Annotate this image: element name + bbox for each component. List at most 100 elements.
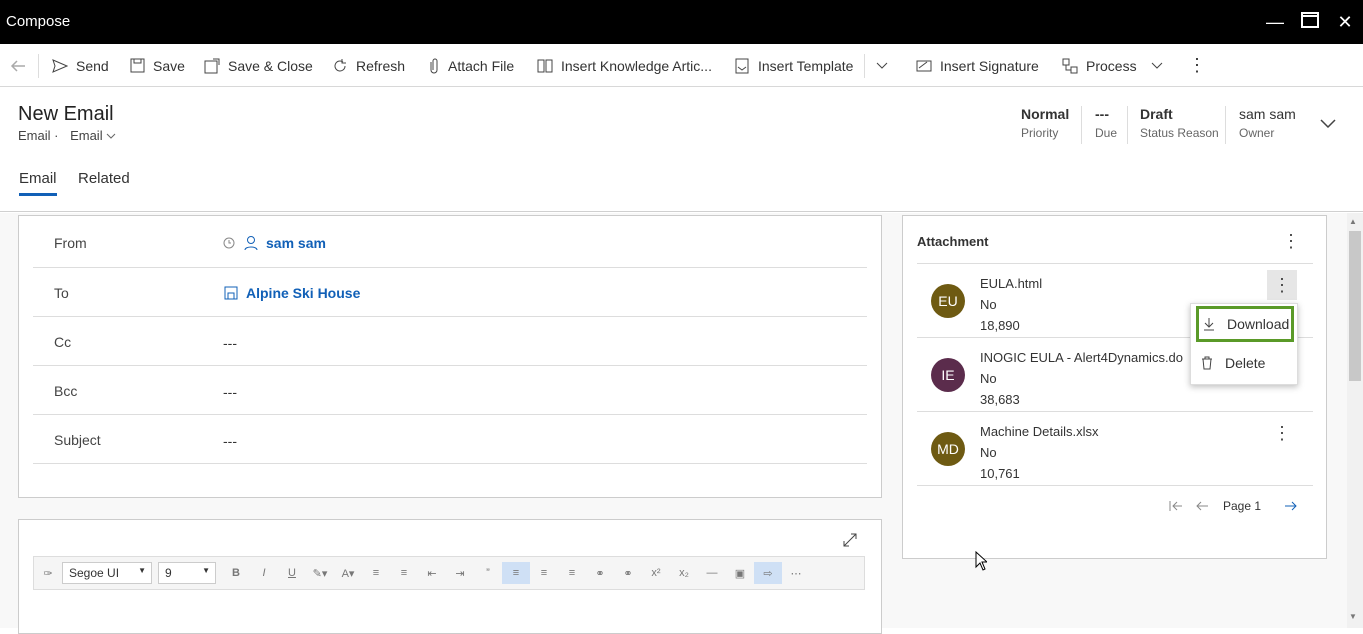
process-icon xyxy=(1062,58,1078,73)
strikethrough-icon[interactable]: — xyxy=(698,562,726,584)
list-item[interactable]: MD Machine Details.xlsx No 10,761 ⋮ xyxy=(917,412,1313,486)
form-selector[interactable]: Email xyxy=(70,128,116,143)
insert-knowledge-button[interactable]: Insert Knowledge Artic... xyxy=(537,44,712,87)
vertical-scrollbar[interactable]: ▲ ▼ xyxy=(1347,213,1363,628)
attachment-name: INOGIC EULA - Alert4Dynamics.do xyxy=(980,350,1184,365)
unlink-icon[interactable]: ⚭ xyxy=(614,562,642,584)
image-icon[interactable]: ▣ xyxy=(726,562,754,584)
status-reason-value: Draft xyxy=(1140,106,1173,122)
bold-icon[interactable]: B xyxy=(222,562,250,584)
scrollbar-thumb[interactable] xyxy=(1349,231,1361,381)
first-page-button[interactable] xyxy=(1169,496,1191,516)
outdent-icon[interactable]: ⇤ xyxy=(418,562,446,584)
save-close-button[interactable]: Save & Close xyxy=(204,44,313,87)
subscript-icon[interactable]: x₂ xyxy=(670,562,698,584)
insert-signature-button[interactable]: Insert Signature xyxy=(916,44,1039,87)
divider xyxy=(1081,106,1082,144)
priority-value: Normal xyxy=(1021,106,1070,122)
chevron-down-icon xyxy=(1151,62,1162,69)
attachment-details: Machine Details.xlsx No 10,761 xyxy=(980,421,1099,484)
bcc-field[interactable]: --- xyxy=(223,384,237,400)
caret-down-icon: ▼ xyxy=(138,566,146,575)
superscript-icon[interactable]: x² xyxy=(642,562,670,584)
scroll-down-icon[interactable]: ▼ xyxy=(1349,612,1357,621)
format-painter-icon[interactable]: ✑ xyxy=(34,562,62,584)
subject-label: Subject xyxy=(54,432,101,448)
clock-icon xyxy=(223,237,235,249)
divider xyxy=(38,54,39,78)
align-right-icon[interactable]: ≡ xyxy=(558,562,586,584)
bcc-label: Bcc xyxy=(54,383,78,399)
next-page-button[interactable] xyxy=(1284,496,1306,516)
account-icon xyxy=(224,286,238,300)
download-menu-item[interactable]: Download xyxy=(1196,306,1294,342)
close-icon[interactable]: ✕ xyxy=(1332,10,1358,34)
save-icon xyxy=(130,58,145,73)
back-button[interactable] xyxy=(10,44,34,87)
book-icon xyxy=(537,59,553,72)
previous-page-button[interactable] xyxy=(1195,496,1217,516)
tab-related[interactable]: Related xyxy=(78,170,130,187)
attach-file-label: Attach File xyxy=(448,57,515,74)
cc-row: Cc --- xyxy=(33,317,867,366)
cc-label: Cc xyxy=(54,334,72,350)
item-more-button[interactable]: ⋮ xyxy=(1267,270,1297,300)
save-close-icon xyxy=(204,58,220,73)
expand-icon xyxy=(843,533,857,547)
underline-icon[interactable]: U xyxy=(278,562,306,584)
align-center-icon[interactable]: ≡ xyxy=(530,562,558,584)
quote-icon[interactable]: ” xyxy=(474,562,502,584)
maximize-icon[interactable] xyxy=(1297,10,1323,34)
attachment-details: EULA.html No 18,890 xyxy=(980,273,1042,336)
attach-file-button[interactable]: Attach File xyxy=(428,44,514,87)
insert-template-button[interactable]: Insert Template xyxy=(734,44,853,87)
bullet-list-icon[interactable]: ≡ xyxy=(362,562,390,584)
owner-field: sam sam Owner xyxy=(1239,106,1296,140)
align-left-icon[interactable]: ≡ xyxy=(502,562,530,584)
chevron-down-icon xyxy=(876,62,888,69)
trash-icon xyxy=(1202,356,1212,370)
link-icon[interactable]: ⚭ xyxy=(586,562,614,584)
italic-icon[interactable]: I xyxy=(250,562,278,584)
font-color-icon[interactable]: A▾ xyxy=(334,562,362,584)
indent-icon[interactable]: ⇥ xyxy=(446,562,474,584)
ltr-icon[interactable]: ⇨ xyxy=(754,562,782,584)
template-dropdown-button[interactable] xyxy=(876,44,896,87)
process-button[interactable]: Process xyxy=(1062,44,1171,87)
send-button[interactable]: Send xyxy=(52,44,109,87)
scroll-up-icon[interactable]: ▲ xyxy=(1349,217,1357,226)
refresh-button[interactable]: Refresh xyxy=(332,44,405,87)
status-reason-label: Status Reason xyxy=(1140,126,1219,140)
attachment-flag: No xyxy=(980,445,997,460)
font-size-select[interactable]: 9 ▼ xyxy=(158,562,216,584)
save-button[interactable]: Save xyxy=(130,44,185,87)
attachment-name: Machine Details.xlsx xyxy=(980,424,1099,439)
to-row: To Alpine Ski House xyxy=(33,268,867,317)
subject-row: Subject --- xyxy=(33,415,867,464)
more-tools-icon[interactable]: ⋯ xyxy=(782,562,810,584)
window-titlebar: Compose — ✕ xyxy=(0,0,1363,44)
attachment-more-button[interactable]: ⋮ xyxy=(1276,226,1306,256)
divider xyxy=(1127,106,1128,144)
arrow-left-icon xyxy=(1196,501,1208,511)
cc-field[interactable]: --- xyxy=(223,335,237,351)
font-family-select[interactable]: Segoe UI ▼ xyxy=(62,562,152,584)
header-expand-button[interactable] xyxy=(1320,114,1344,134)
delete-menu-item[interactable]: Delete xyxy=(1191,346,1299,380)
subject-field[interactable]: --- xyxy=(223,433,237,449)
to-field[interactable]: Alpine Ski House xyxy=(223,285,360,301)
owner-link[interactable]: sam sam xyxy=(1239,106,1296,122)
expand-editor-button[interactable] xyxy=(843,530,865,550)
tab-email[interactable]: Email xyxy=(19,170,57,196)
minimize-icon[interactable]: — xyxy=(1262,10,1288,34)
more-commands-button[interactable]: ⋮ xyxy=(1188,44,1206,87)
from-value[interactable]: sam sam xyxy=(266,235,326,251)
numbered-list-icon[interactable]: ≡ xyxy=(390,562,418,584)
caret-down-icon: ▼ xyxy=(202,566,210,575)
to-value[interactable]: Alpine Ski House xyxy=(246,285,360,301)
page-title: New Email xyxy=(18,103,114,125)
from-field[interactable]: sam sam xyxy=(223,235,326,251)
highlight-icon[interactable]: ✎▾ xyxy=(306,562,334,584)
item-more-button[interactable]: ⋮ xyxy=(1267,418,1297,448)
attachment-details: INOGIC EULA - Alert4Dynamics.do No 38,68… xyxy=(980,347,1183,410)
